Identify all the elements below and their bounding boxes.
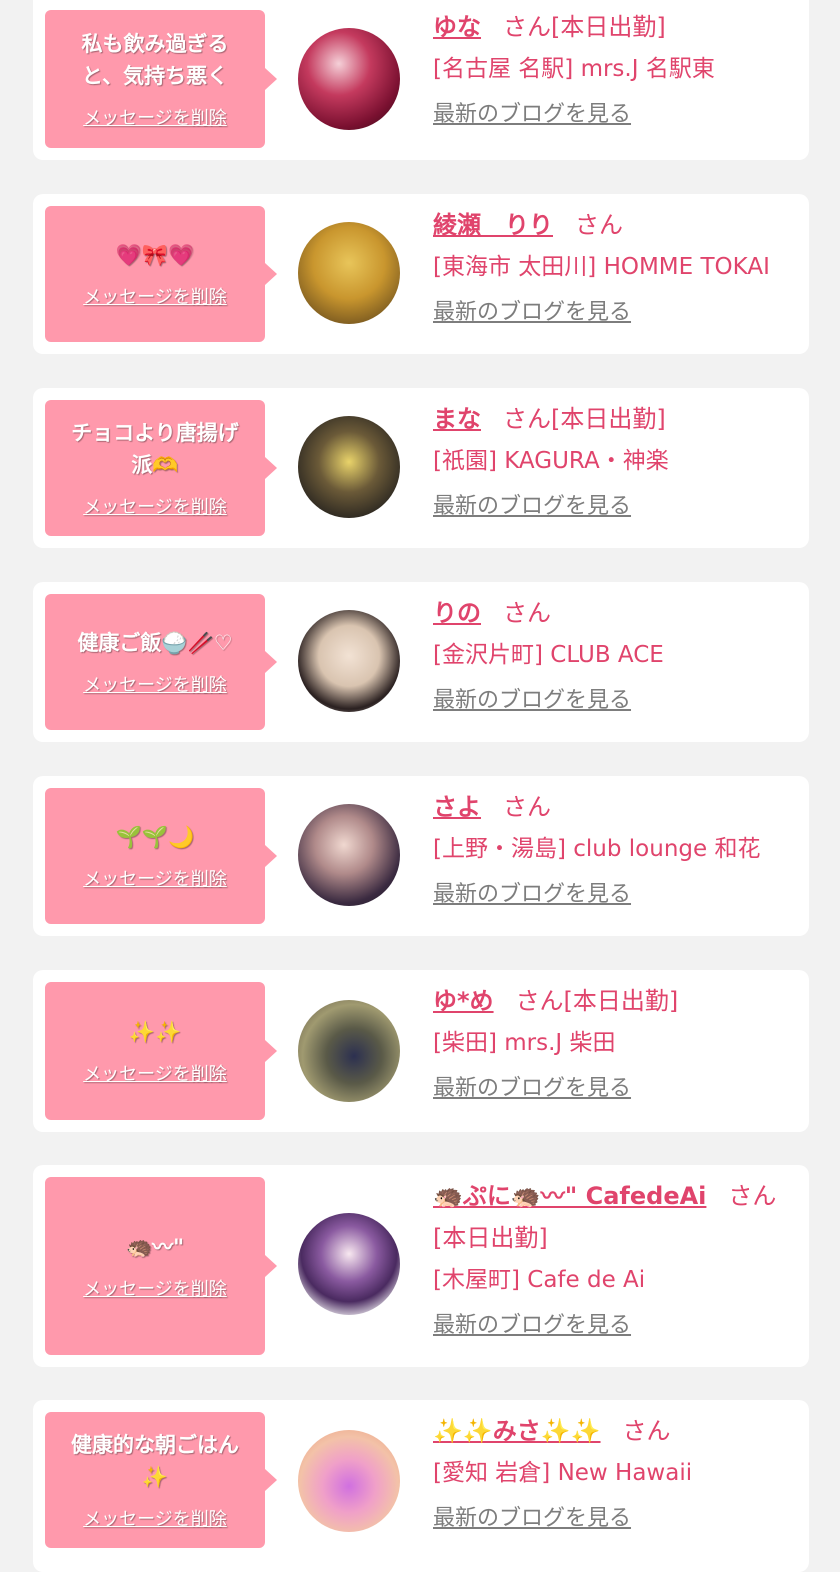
girl-info: ✨✨みさ✨✨ さん [愛知 岩倉] New Hawaii 最新のブログを見る <box>433 1414 795 1534</box>
girl-info: さよ さん [上野・湯島] club lounge 和花 最新のブログを見る <box>433 790 795 910</box>
avatar[interactable] <box>298 1000 400 1102</box>
message-bubble: 健康ご飯🍚🥢♡ メッセージを削除 <box>45 594 277 730</box>
latest-blog-link[interactable]: 最新のブログを見る <box>433 1074 631 1104</box>
message-text: チョコより唐揚げ 派🫶 <box>71 421 239 477</box>
girl-info: 綾瀬 りり さん [東海市 太田川] HOMME TOKAI 最新のブログを見る <box>433 208 795 328</box>
name-line: りの さん <box>433 596 795 630</box>
name-line: ゆ*め さん[本日出勤] <box>433 984 795 1018</box>
girl-name-link[interactable]: ゆな <box>433 13 481 41</box>
message-card: チョコより唐揚げ 派🫶 メッセージを削除 まな さん[本日出勤] [祇園] KAG… <box>33 388 809 548</box>
message-text: 健康的な朝ごはん ✨ <box>71 1433 239 1489</box>
message-card: 🌱🌱🌙 メッセージを削除 さよ さん [上野・湯島] club lounge 和花… <box>33 776 809 936</box>
name-suffix: さん <box>575 211 623 239</box>
delete-message-link[interactable]: メッセージを削除 <box>83 283 227 309</box>
latest-blog-link[interactable]: 最新のブログを見る <box>433 1311 631 1341</box>
name-line: 🦔ぷに🦔〰" CafedeAi さん <box>433 1179 795 1213</box>
avatar[interactable] <box>298 1213 400 1315</box>
shop-info: [愛知 岩倉] New Hawaii <box>433 1460 693 1486</box>
girl-name-link[interactable]: さよ <box>433 793 481 821</box>
name-suffix: さん <box>728 1182 777 1210</box>
avatar[interactable] <box>298 28 400 130</box>
shop-info: [木屋町] Cafe de Ai <box>433 1267 646 1293</box>
avatar[interactable] <box>298 610 400 712</box>
latest-blog-link[interactable]: 最新のブログを見る <box>433 1504 631 1534</box>
shop-info: [名古屋 名駅] mrs.J 名駅東 <box>433 56 715 82</box>
girl-info: ゆ*め さん[本日出勤] [柴田] mrs.J 柴田 最新のブログを見る <box>433 984 795 1104</box>
avatar[interactable] <box>298 1430 400 1532</box>
message-text: 私も飲み過ぎる と、気持ち悪く <box>81 32 229 88</box>
message-text: 健康ご飯🍚🥢♡ <box>77 631 233 655</box>
girl-name-link[interactable]: ゆ*め <box>433 987 494 1015</box>
shop-info: [上野・湯島] club lounge 和花 <box>433 836 761 862</box>
message-bubble: ✨✨ メッセージを削除 <box>45 982 277 1120</box>
message-text: 🦔〰" <box>125 1235 185 1259</box>
girl-info: りの さん [金沢片町] CLUB ACE 最新のブログを見る <box>433 596 795 716</box>
girl-name-link[interactable]: 🦔ぷに🦔〰" CafedeAi <box>433 1182 706 1210</box>
message-text: ✨✨ <box>128 1020 182 1044</box>
name-suffix: さん[本日出勤] <box>503 13 666 41</box>
message-text: 💗🎀💗 <box>115 243 195 267</box>
name-suffix: さん <box>503 599 551 627</box>
delete-message-link[interactable]: メッセージを削除 <box>83 865 227 891</box>
delete-message-link[interactable]: メッセージを削除 <box>83 104 227 130</box>
message-card: 私も飲み過ぎる と、気持ち悪く メッセージを削除 ゆな さん[本日出勤] [名古屋… <box>33 0 809 160</box>
delete-message-link[interactable]: メッセージを削除 <box>83 1275 227 1301</box>
avatar[interactable] <box>298 222 400 324</box>
delete-message-link[interactable]: メッセージを削除 <box>83 493 227 519</box>
girl-info: まな さん[本日出勤] [祇園] KAGURA・神楽 最新のブログを見る <box>433 402 795 522</box>
message-card: 健康的な朝ごはん ✨ メッセージを削除 ✨✨みさ✨✨ さん [愛知 岩倉] New… <box>33 1400 809 1572</box>
name-suffix: さん[本日出勤] <box>503 405 666 433</box>
avatar[interactable] <box>298 416 400 518</box>
shop-info: [東海市 太田川] HOMME TOKAI <box>433 254 770 280</box>
name-line: ゆな さん[本日出勤] <box>433 10 795 44</box>
girl-name-link[interactable]: りの <box>433 599 481 627</box>
name-line: さよ さん <box>433 790 795 824</box>
name-line: 綾瀬 りり さん <box>433 208 795 242</box>
name-suffix: さん[本日出勤] <box>515 987 679 1015</box>
latest-blog-link[interactable]: 最新のブログを見る <box>433 686 631 716</box>
message-bubble: 💗🎀💗 メッセージを削除 <box>45 206 277 342</box>
delete-message-link[interactable]: メッセージを削除 <box>83 1060 227 1086</box>
latest-blog-link[interactable]: 最新のブログを見る <box>433 298 631 328</box>
girl-name-link[interactable]: ✨✨みさ✨✨ <box>433 1417 601 1445</box>
girl-name-link[interactable]: まな <box>433 405 481 433</box>
message-card: ✨✨ メッセージを削除 ゆ*め さん[本日出勤] [柴田] mrs.J 柴田 最新… <box>33 970 809 1132</box>
message-bubble: 私も飲み過ぎる と、気持ち悪く メッセージを削除 <box>45 10 277 148</box>
name-suffix: さん <box>622 1417 671 1445</box>
delete-message-link[interactable]: メッセージを削除 <box>83 671 227 697</box>
shop-info: [金沢片町] CLUB ACE <box>433 642 664 668</box>
girl-info: 🦔ぷに🦔〰" CafedeAi さん [本日出勤] [木屋町] Cafe de A… <box>433 1179 795 1341</box>
message-card: 🦔〰" メッセージを削除 🦔ぷに🦔〰" CafedeAi さん [本日出勤] [木… <box>33 1165 809 1367</box>
message-list: 私も飲み過ぎる と、気持ち悪く メッセージを削除 ゆな さん[本日出勤] [名古屋… <box>0 0 840 1572</box>
name-suffix: さん <box>503 793 551 821</box>
message-bubble: 🦔〰" メッセージを削除 <box>45 1177 277 1355</box>
girl-info: ゆな さん[本日出勤] [名古屋 名駅] mrs.J 名駅東 最新のブログを見る <box>433 10 795 130</box>
shop-info: [柴田] mrs.J 柴田 <box>433 1030 616 1056</box>
name-line: まな さん[本日出勤] <box>433 402 795 436</box>
message-bubble: チョコより唐揚げ 派🫶 メッセージを削除 <box>45 400 277 536</box>
latest-blog-link[interactable]: 最新のブログを見る <box>433 880 631 910</box>
latest-blog-link[interactable]: 最新のブログを見る <box>433 100 631 130</box>
shop-info: [祇園] KAGURA・神楽 <box>433 448 669 474</box>
delete-message-link[interactable]: メッセージを削除 <box>83 1505 227 1531</box>
work-status: [本日出勤] <box>433 1224 548 1252</box>
message-text: 🌱🌱🌙 <box>115 825 195 849</box>
girl-name-link[interactable]: 綾瀬 りり <box>433 211 553 239</box>
name-line: ✨✨みさ✨✨ さん <box>433 1414 795 1448</box>
message-bubble: 🌱🌱🌙 メッセージを削除 <box>45 788 277 924</box>
message-bubble: 健康的な朝ごはん ✨ メッセージを削除 <box>45 1412 277 1548</box>
message-card: 💗🎀💗 メッセージを削除 綾瀬 りり さん [東海市 太田川] HOMME TOK… <box>33 194 809 354</box>
avatar[interactable] <box>298 804 400 906</box>
message-card: 健康ご飯🍚🥢♡ メッセージを削除 りの さん [金沢片町] CLUB ACE 最新… <box>33 582 809 742</box>
latest-blog-link[interactable]: 最新のブログを見る <box>433 492 631 522</box>
